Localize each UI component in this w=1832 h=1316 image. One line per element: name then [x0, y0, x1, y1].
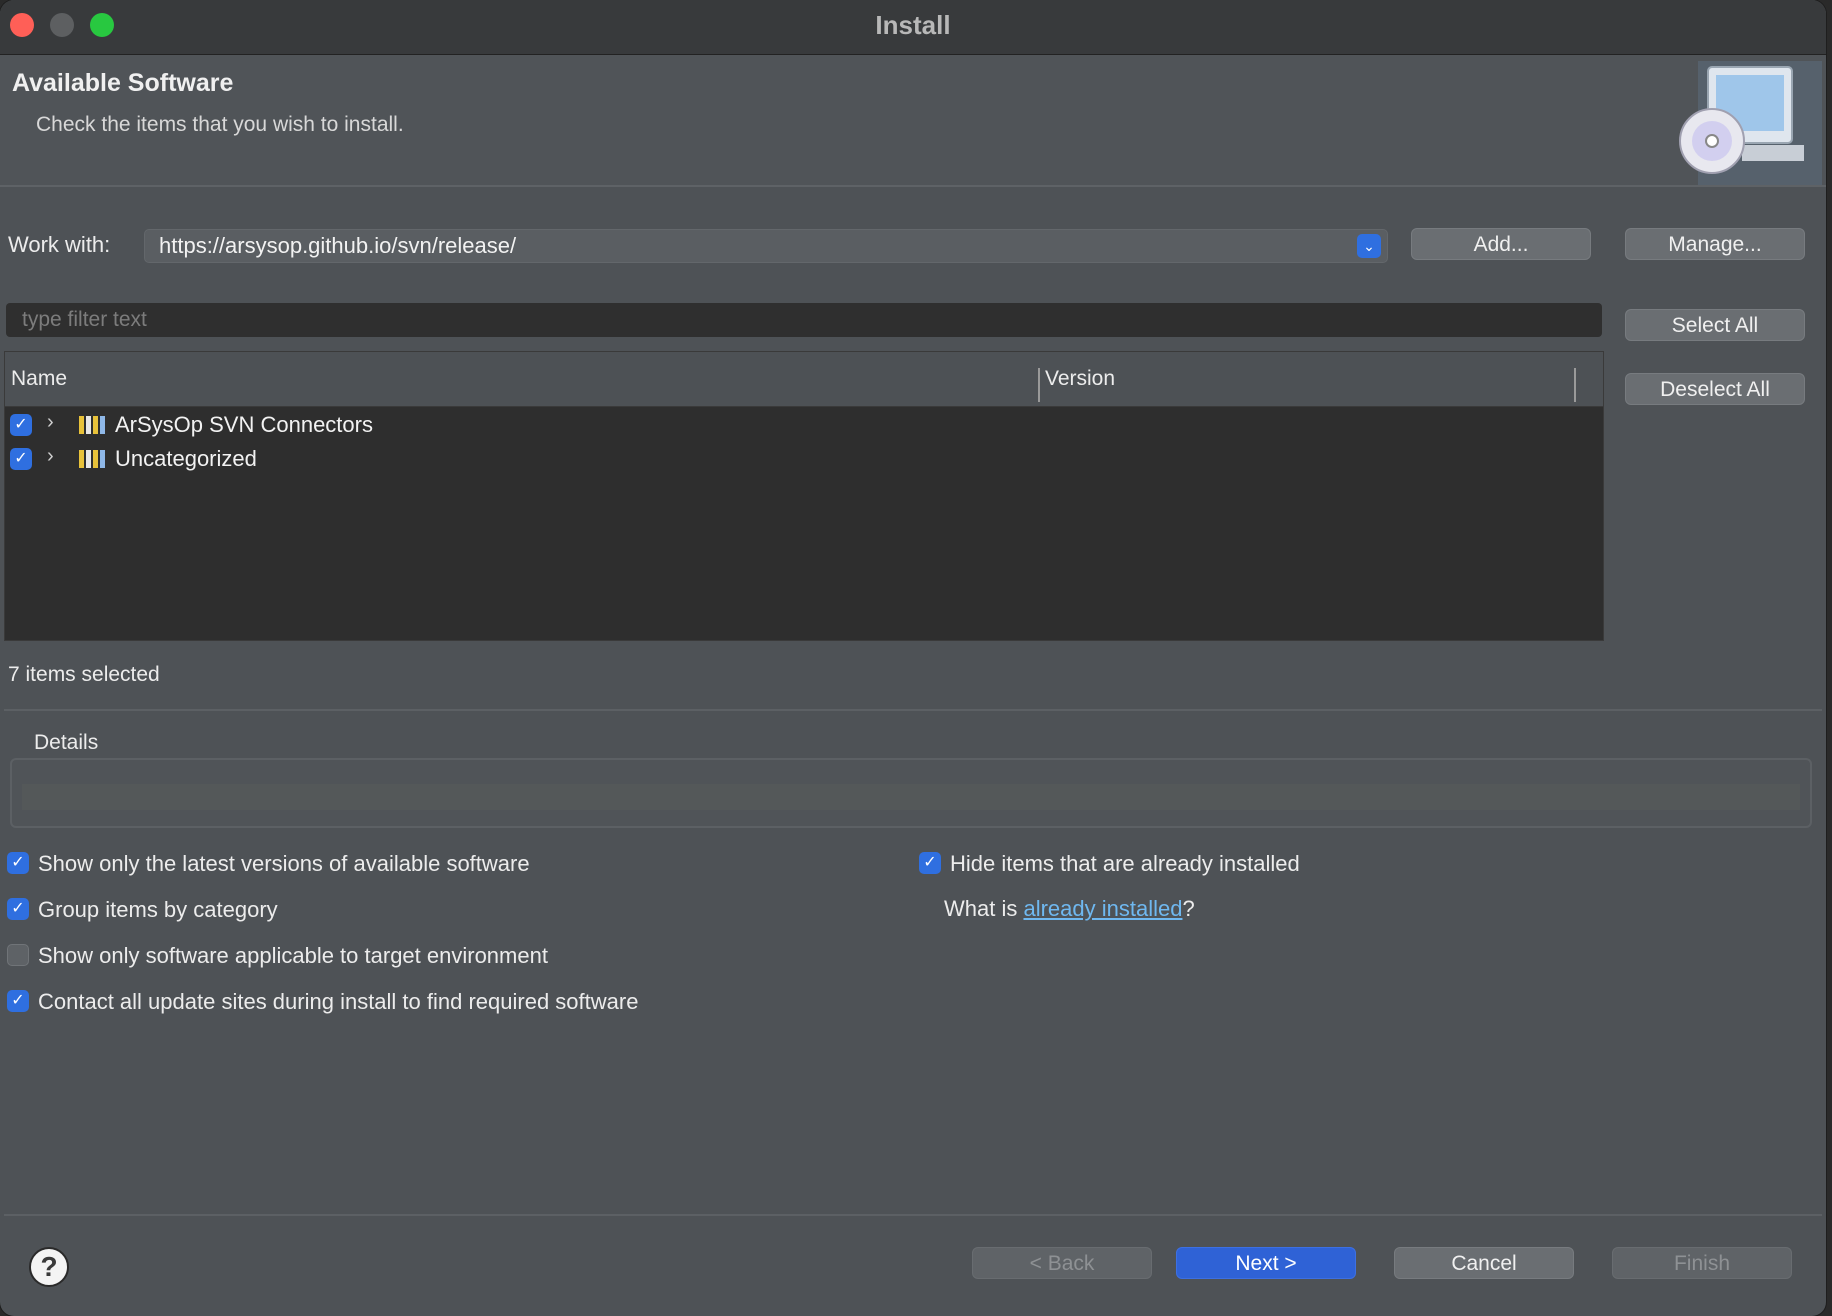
divider	[4, 709, 1822, 711]
hide-installed-option[interactable]: Hide items that are already installed	[950, 851, 1300, 877]
already-installed-link[interactable]: already installed	[1023, 896, 1182, 921]
chevron-down-icon[interactable]: ⌄	[1357, 234, 1381, 258]
wizard-header: Available Software Check the items that …	[0, 55, 1826, 187]
contact-update-sites-option[interactable]: Contact all update sites during install …	[38, 989, 638, 1015]
filter-input[interactable]: type filter text	[6, 303, 1602, 337]
window-title: Install	[875, 10, 951, 40]
table-header: Name Version	[5, 352, 1603, 407]
work-with-label: Work with:	[8, 232, 111, 257]
category-icon	[79, 450, 105, 468]
row-name: Uncategorized	[115, 446, 257, 471]
category-icon	[79, 416, 105, 434]
unchecked-checkbox-icon[interactable]	[7, 944, 29, 966]
details-panel	[10, 758, 1812, 828]
table-row[interactable]: ✓ › ArSysOp SVN Connectors	[5, 408, 1603, 442]
details-text-area[interactable]	[22, 784, 1800, 810]
details-label: Details	[34, 731, 99, 754]
title-bar: Install	[0, 0, 1826, 55]
filter-placeholder: type filter text	[22, 308, 147, 331]
checkmark-icon[interactable]: ✓	[7, 990, 29, 1012]
deselect-all-button[interactable]: Deselect All	[1625, 373, 1805, 405]
install-dialog: Install Available Software Check the ite…	[0, 0, 1826, 1316]
column-separator[interactable]	[1574, 368, 1576, 402]
latest-versions-option[interactable]: Show only the latest versions of availab…	[38, 851, 530, 877]
back-button[interactable]: < Back	[972, 1247, 1152, 1279]
column-header-name[interactable]: Name	[11, 367, 67, 391]
target-environment-option[interactable]: Show only software applicable to target …	[38, 943, 548, 969]
work-with-combo[interactable]: https://arsysop.github.io/svn/release/ ⌄	[144, 229, 1388, 263]
checkmark-icon[interactable]: ✓	[919, 852, 941, 874]
manage-sites-button[interactable]: Manage...	[1625, 228, 1805, 260]
selection-count: 7 items selected	[8, 663, 160, 686]
group-by-category-option[interactable]: Group items by category	[38, 897, 278, 923]
finish-button[interactable]: Finish	[1612, 1247, 1792, 1279]
help-icon[interactable]: ?	[29, 1247, 69, 1287]
what-is-suffix: ?	[1182, 896, 1195, 921]
chevron-right-icon[interactable]: ›	[47, 411, 54, 434]
what-is-prefix: What is	[944, 896, 1024, 921]
select-all-button[interactable]: Select All	[1625, 309, 1805, 341]
work-with-value: https://arsysop.github.io/svn/release/	[159, 233, 517, 258]
checkmark-icon[interactable]: ✓	[10, 448, 32, 470]
page-description: Check the items that you wish to install…	[36, 113, 404, 136]
add-site-button[interactable]: Add...	[1411, 228, 1591, 260]
column-header-version[interactable]: Version	[1045, 367, 1115, 391]
table-row[interactable]: ✓ › Uncategorized	[5, 442, 1603, 476]
software-tree-table: Name Version ✓ › ArSysOp SVN Connectors …	[4, 351, 1604, 641]
checkmark-icon[interactable]: ✓	[10, 414, 32, 436]
page-title: Available Software	[12, 69, 234, 97]
checkmark-icon[interactable]: ✓	[7, 898, 29, 920]
row-name: ArSysOp SVN Connectors	[115, 412, 373, 437]
footer-divider	[4, 1214, 1822, 1216]
cancel-button[interactable]: Cancel	[1394, 1247, 1574, 1279]
checkmark-icon[interactable]: ✓	[7, 852, 29, 874]
what-is-installed-text: What is already installed?	[944, 896, 1195, 922]
chevron-right-icon[interactable]: ›	[47, 445, 54, 468]
next-button[interactable]: Next >	[1176, 1247, 1356, 1279]
install-cd-monitor-icon	[1679, 61, 1822, 185]
column-separator[interactable]	[1038, 368, 1040, 402]
